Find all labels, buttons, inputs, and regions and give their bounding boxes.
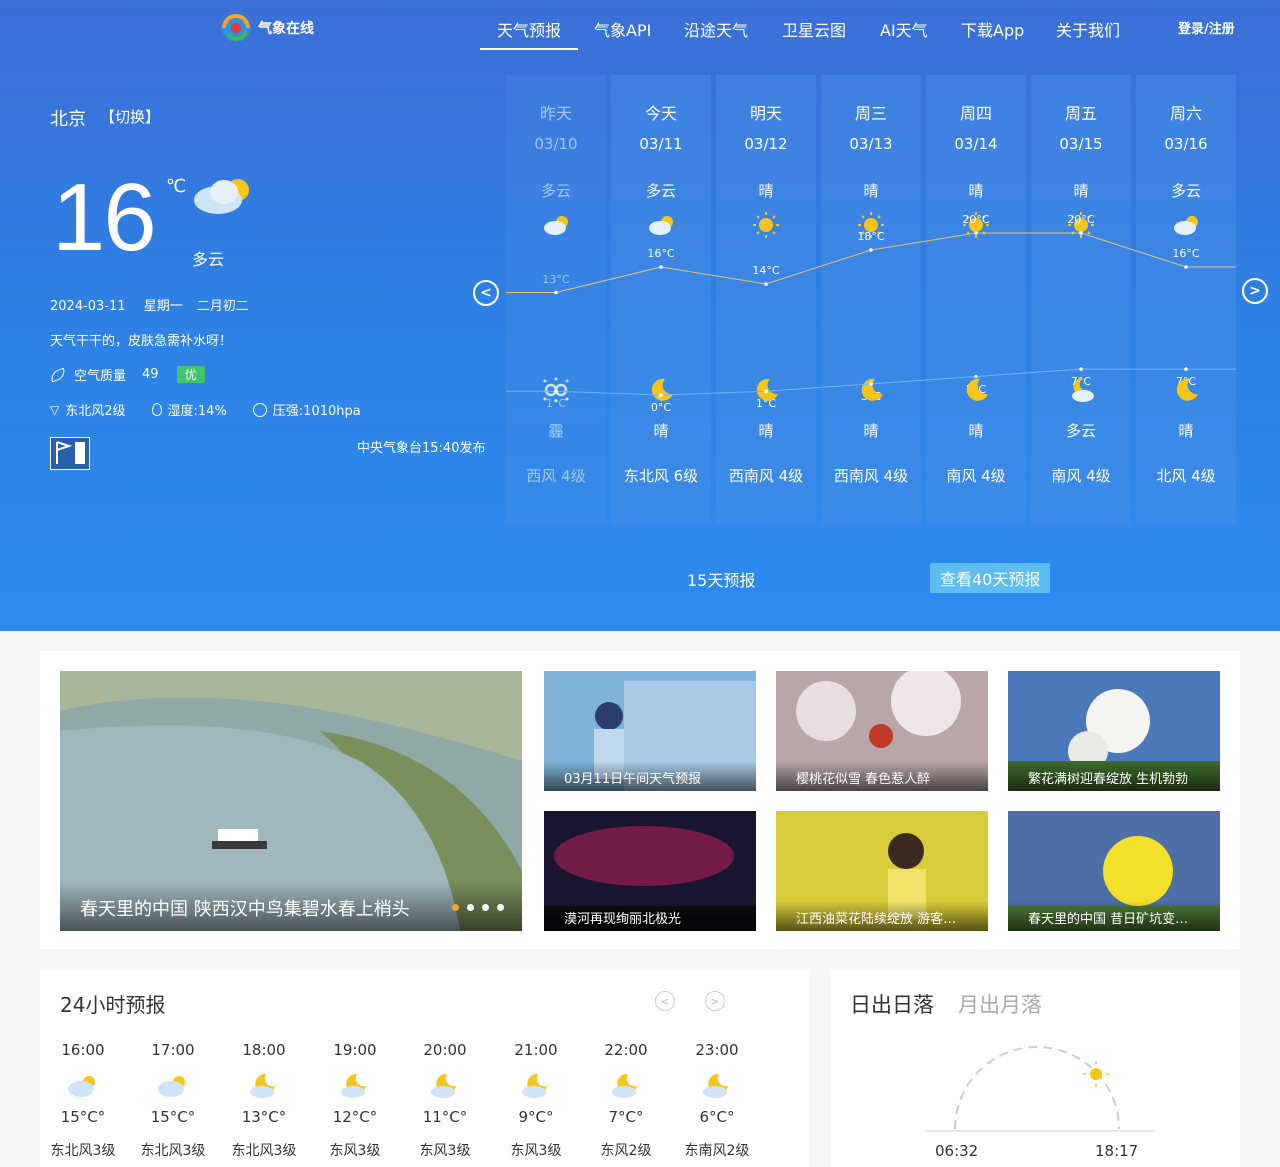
hour-temp: 9°C°: [518, 1108, 554, 1126]
hour-time: 16:00: [61, 1041, 105, 1059]
hour-wind: 东北风3级: [140, 1143, 206, 1159]
night-cloudy-icon: [427, 1072, 463, 1100]
news-thumb[interactable]: 江西油菜花陆续绽放 游客纷至: [776, 811, 988, 931]
sun-arc: [925, 1046, 1155, 1132]
hour-wind: 东北风3级: [50, 1143, 116, 1159]
low-temp-line: [506, 368, 1236, 396]
hour-wind: 东风3级: [329, 1143, 381, 1159]
hour-column: 18:00 13°C° 东北风3级: [224, 1041, 304, 1160]
news-thumb-caption: 繁花满树迎春绽放 生机勃勃: [1008, 761, 1220, 791]
temp-point: [869, 382, 873, 386]
temp-point: [554, 389, 558, 394]
hour-temp: 12°C°: [332, 1108, 378, 1126]
temp-point: [974, 374, 978, 379]
news-thumb[interactable]: 漠河再现绚丽北极光: [544, 811, 756, 931]
night-cloudy-icon: [246, 1072, 282, 1100]
temp-point: [1184, 367, 1188, 371]
news-main-slide[interactable]: 春天里的中国 陕西汉中鸟集碧水春上梢头: [60, 671, 522, 931]
hour-temp: 13°C°: [241, 1108, 287, 1126]
hour-column: 21:00 9°C° 东风3级: [496, 1041, 576, 1160]
hour-time: 23:00: [695, 1041, 739, 1059]
hour-time: 18:00: [242, 1041, 286, 1059]
hourly-prev-button[interactable]: <: [655, 991, 675, 1011]
temp-point: [1184, 265, 1188, 269]
news-section: 春天里的中国 陕西汉中鸟集碧水春上梢头 03月11日午间天气预报 樱桃花似雪 春…: [40, 651, 1240, 949]
temp-point: [1079, 367, 1083, 371]
carousel-dots[interactable]: [452, 904, 504, 911]
temp-point: [659, 393, 663, 397]
night-cloudy-icon: [608, 1072, 644, 1100]
hour-column: 22:00 7°C° 东风2级: [586, 1041, 666, 1160]
hour-column: 19:00 12°C° 东风3级: [315, 1041, 395, 1160]
forecast-40-day-button[interactable]: 查看40天预报: [930, 563, 1051, 593]
hour-wind: 东风2级: [600, 1143, 652, 1159]
night-cloudy-icon: [699, 1072, 735, 1100]
temp-point: [1079, 231, 1083, 235]
night-cloudy-icon: [337, 1072, 373, 1100]
hourly-title: 24小时预报: [60, 993, 166, 1017]
temp-point: [764, 389, 768, 394]
hour-temp: 6°C°: [699, 1108, 735, 1126]
hour-temp: 15°C°: [150, 1108, 196, 1126]
temp-point: [659, 265, 663, 269]
weather-hero: 气象在线 天气预报 气象API 沿途天气 卫星云图 AI天气 下载App 关于我…: [0, 0, 1280, 631]
high-temp-line: [506, 232, 1236, 293]
hour-temp: 15°C°: [60, 1108, 106, 1126]
hour-temp: 11°C°: [422, 1108, 468, 1126]
hour-time: 20:00: [423, 1041, 467, 1059]
news-thumb-caption: 江西油菜花陆续绽放 游客纷至: [776, 901, 988, 931]
sunrise-time: 06:32: [935, 1142, 979, 1160]
partly-cloudy-icon: [65, 1072, 101, 1100]
news-thumb-caption: 春天里的中国 昔日矿坑变花海: [1008, 901, 1220, 931]
hour-time: 17:00: [151, 1041, 195, 1059]
hour-column: 23:00 6°C° 东南风2级: [677, 1041, 757, 1160]
night-cloudy-icon: [518, 1072, 554, 1100]
hourly-forecast-panel: 24小时预报 < > 16:00 15°C° 东北风3级 17:00 15°C° 东北风3…: [40, 969, 810, 1167]
temp-point: [869, 248, 873, 252]
hour-wind: 东南风2级: [684, 1143, 750, 1159]
hour-wind: 东北风3级: [231, 1143, 297, 1159]
hour-wind: 东风3级: [419, 1143, 471, 1159]
chevron-left-icon: <: [660, 994, 670, 1008]
hour-wind: 东风3级: [510, 1143, 562, 1159]
chevron-right-icon: >: [710, 994, 720, 1008]
temp-point: [764, 282, 768, 286]
news-thumb-caption: 03月11日午间天气预报: [544, 761, 756, 791]
news-thumb[interactable]: 樱桃花似雪 春色惹人醉: [776, 671, 988, 791]
hour-time: 22:00: [604, 1041, 648, 1059]
news-thumb[interactable]: 春天里的中国 昔日矿坑变花海: [1008, 811, 1220, 931]
hourly-next-button[interactable]: >: [705, 991, 725, 1011]
temp-point: [554, 290, 558, 295]
news-thumb[interactable]: 03月11日午间天气预报: [544, 671, 756, 791]
hour-column: 17:00 15°C° 东北风3级: [133, 1041, 213, 1160]
hour-column: 20:00 11°C° 东风3级: [405, 1041, 485, 1160]
temperature-curve: [506, 231, 1236, 397]
sunrise-sunset-panel: 日出日落 月出月落 06:32 18:17: [830, 969, 1240, 1167]
hour-column: 16:00 15°C° 东北风3级: [43, 1041, 123, 1160]
hour-temp: 7°C°: [608, 1108, 644, 1126]
news-thumb-caption: 樱桃花似雪 春色惹人醉: [776, 761, 988, 791]
hour-time: 19:00: [333, 1041, 377, 1059]
hour-time: 21:00: [514, 1041, 558, 1059]
partly-cloudy-icon: [155, 1072, 191, 1100]
temp-point: [974, 231, 978, 235]
sunset-time: 18:17: [1095, 1142, 1139, 1160]
news-thumb[interactable]: 繁花满树迎春绽放 生机勃勃: [1008, 671, 1220, 791]
news-thumb-caption: 漠河再现绚丽北极光: [544, 901, 756, 931]
forecast-15-day-link[interactable]: 15天预报: [687, 567, 755, 591]
